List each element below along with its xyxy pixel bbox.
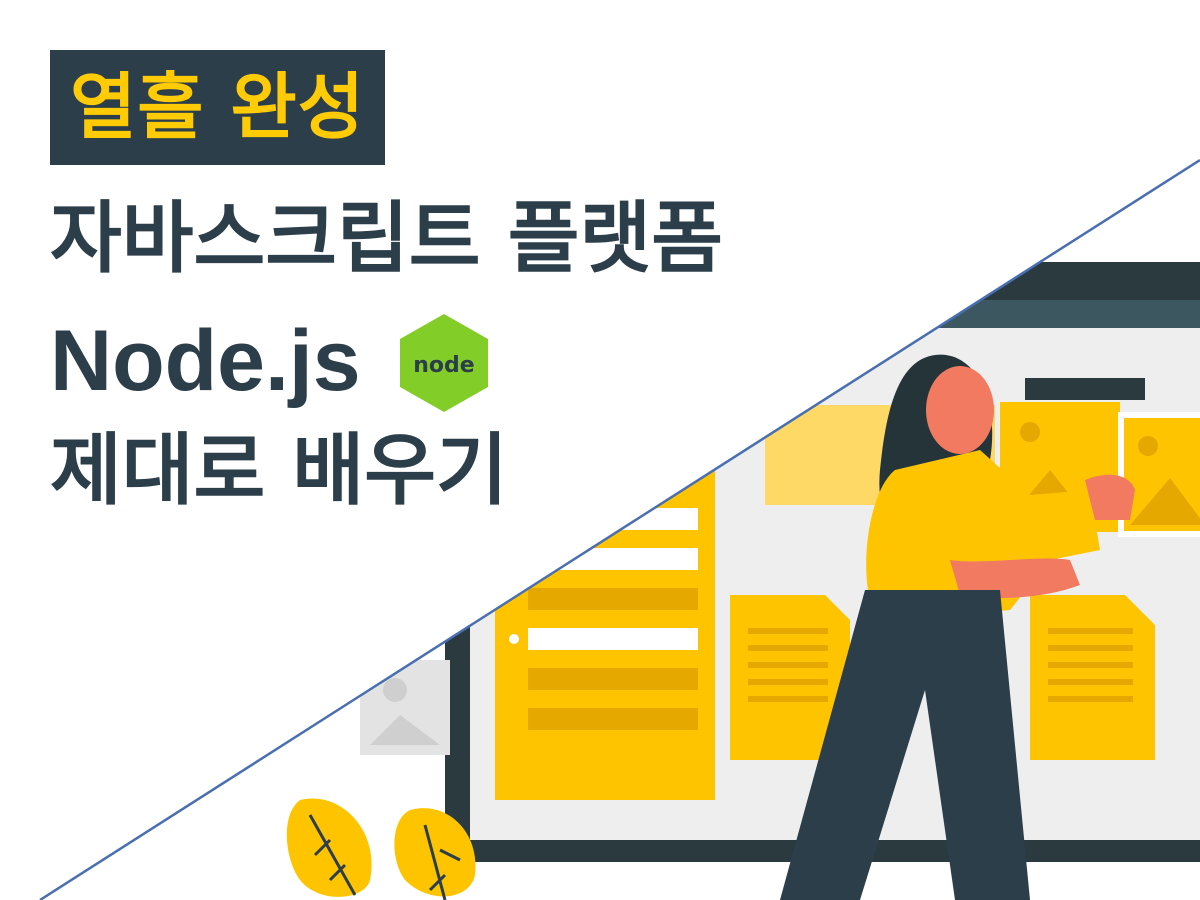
duration-badge: 열흘 완성: [50, 50, 386, 165]
nodejs-hexagon-icon: node: [400, 314, 488, 412]
panel-row: [528, 548, 698, 570]
panel-row: [528, 588, 698, 610]
title-line-nodejs: Node.js: [50, 313, 361, 409]
woman-face: [926, 366, 994, 454]
thumbnail-canvas: 열흘 완성 자바스크립트 플랫폼 Node.js 제대로 배우기 node: [0, 0, 1200, 900]
document-icon: [1030, 595, 1155, 760]
panel-row: [528, 668, 698, 690]
picture-card-icon: [1118, 412, 1200, 537]
browser-bar: [470, 300, 1200, 328]
node-logo-text: node: [413, 353, 474, 378]
screen-tab: [1025, 378, 1145, 400]
panel-row: [528, 708, 698, 730]
title-line-platform: 자바스크립트 플랫폼: [50, 194, 723, 284]
image-placeholder-icon: [360, 660, 450, 755]
title-line-learn: 제대로 배우기: [50, 426, 508, 516]
panel-bullet: [509, 634, 519, 644]
panel-row: [528, 508, 698, 530]
panel-row: [528, 628, 698, 650]
